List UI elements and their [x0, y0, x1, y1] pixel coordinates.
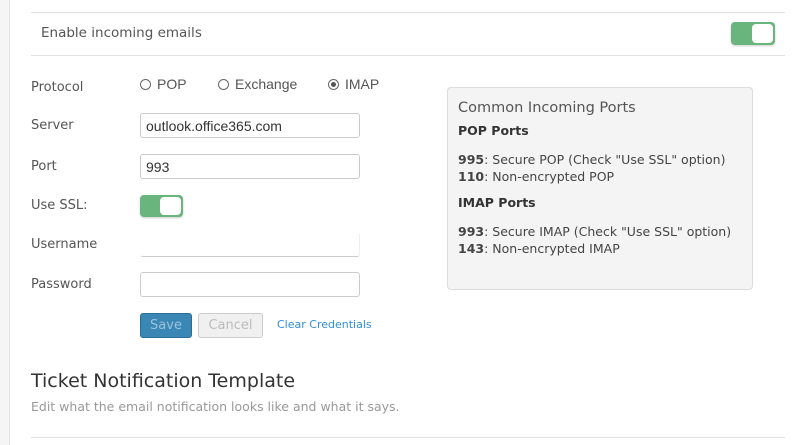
section-title: Ticket Notification Template	[31, 370, 296, 392]
ssl-toggle[interactable]	[140, 195, 183, 217]
username-input[interactable]	[140, 232, 360, 257]
pop-heading: POP Ports	[458, 123, 529, 138]
section-subtitle: Edit what the email notification looks l…	[31, 399, 400, 414]
divider	[31, 12, 785, 13]
radio-pop[interactable]: POP	[140, 76, 187, 92]
common-ports-info: Common Incoming Ports POP Ports 995: Sec…	[447, 87, 753, 290]
port-input[interactable]	[140, 154, 360, 179]
cancel-button[interactable]: Cancel	[198, 313, 263, 338]
radio-imap[interactable]: IMAP	[328, 76, 379, 92]
port-row: 993: Secure IMAP (Check "Use SSL" option…	[458, 224, 732, 239]
port-label: Port	[31, 159, 57, 174]
imap-heading: IMAP Ports	[458, 195, 536, 210]
username-label: Username	[31, 237, 98, 252]
enable-incoming-toggle[interactable]	[731, 22, 775, 45]
ports-title: Common Incoming Ports	[458, 100, 636, 116]
password-label: Password	[31, 277, 92, 292]
divider	[31, 55, 785, 56]
port-row: 110: Non-encrypted POP	[458, 169, 615, 184]
port-row: 995: Secure POP (Check "Use SSL" option)	[458, 152, 726, 167]
port-row: 143: Non-encrypted IMAP	[458, 241, 620, 256]
enable-incoming-label: Enable incoming emails	[41, 25, 202, 41]
ssl-label: Use SSL:	[31, 198, 88, 213]
divider	[31, 437, 785, 438]
server-input[interactable]	[140, 113, 360, 138]
clear-credentials-link[interactable]: Clear Credentials	[277, 318, 372, 331]
password-input[interactable]	[140, 272, 360, 297]
server-label: Server	[31, 118, 74, 133]
left-panel-edge	[0, 0, 10, 445]
save-button[interactable]: Save	[140, 313, 192, 338]
protocol-label: Protocol	[31, 80, 84, 95]
radio-exchange[interactable]: Exchange	[218, 76, 297, 92]
